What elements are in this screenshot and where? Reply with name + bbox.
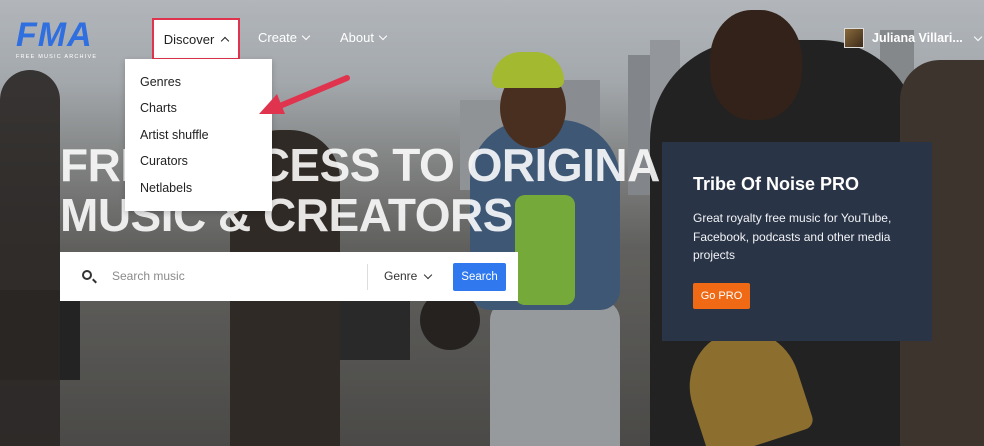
- discover-dropdown-menu: Genres Charts Artist shuffle Curators Ne…: [125, 59, 272, 211]
- dropdown-item-genres[interactable]: Genres: [125, 69, 272, 95]
- logo-subtitle: FREE MUSIC ARCHIVE: [16, 54, 98, 60]
- nav-about-label: About: [340, 30, 374, 45]
- dropdown-item-artist-shuffle[interactable]: Artist shuffle: [125, 122, 272, 148]
- nav-about-button[interactable]: About: [340, 30, 388, 45]
- divider: [367, 264, 368, 290]
- dropdown-item-charts[interactable]: Charts: [125, 95, 272, 121]
- chevron-down-icon: [973, 32, 983, 41]
- chevron-up-icon: [221, 36, 230, 45]
- go-pro-button[interactable]: Go PRO: [693, 283, 750, 309]
- genre-label: Genre: [384, 269, 418, 283]
- nav-create-label: Create: [258, 30, 298, 45]
- promo-text: Great royalty free music for YouTube, Fa…: [693, 211, 892, 262]
- search-button[interactable]: Search: [453, 263, 506, 291]
- avatar: [844, 28, 864, 48]
- user-menu[interactable]: Juliana Villari...: [844, 28, 983, 48]
- promo-title: Tribe Of Noise PRO: [693, 174, 860, 194]
- nav-discover-button[interactable]: Discover: [152, 18, 240, 60]
- chevron-down-icon: [301, 31, 311, 40]
- chevron-down-icon: [424, 270, 433, 279]
- user-name: Juliana Villari...: [872, 31, 963, 45]
- nav-create-button[interactable]: Create: [258, 30, 311, 45]
- search-icon: [82, 270, 92, 280]
- nav-discover-label: Discover: [163, 31, 215, 47]
- annotation-arrow-icon: [259, 75, 350, 114]
- logo-mark: FMA: [16, 16, 93, 54]
- search-bar: Genre Search: [60, 252, 518, 301]
- dropdown-item-curators[interactable]: Curators: [125, 148, 272, 174]
- promo-card: Tribe Of Noise PRO Great royalty free mu…: [662, 142, 932, 341]
- fma-logo[interactable]: FMA FREE MUSIC ARCHIVE: [16, 18, 106, 60]
- chevron-down-icon: [378, 31, 388, 40]
- genre-select[interactable]: Genre: [384, 269, 433, 283]
- search-input[interactable]: [112, 266, 352, 286]
- dropdown-item-netlabels[interactable]: Netlabels: [125, 175, 272, 201]
